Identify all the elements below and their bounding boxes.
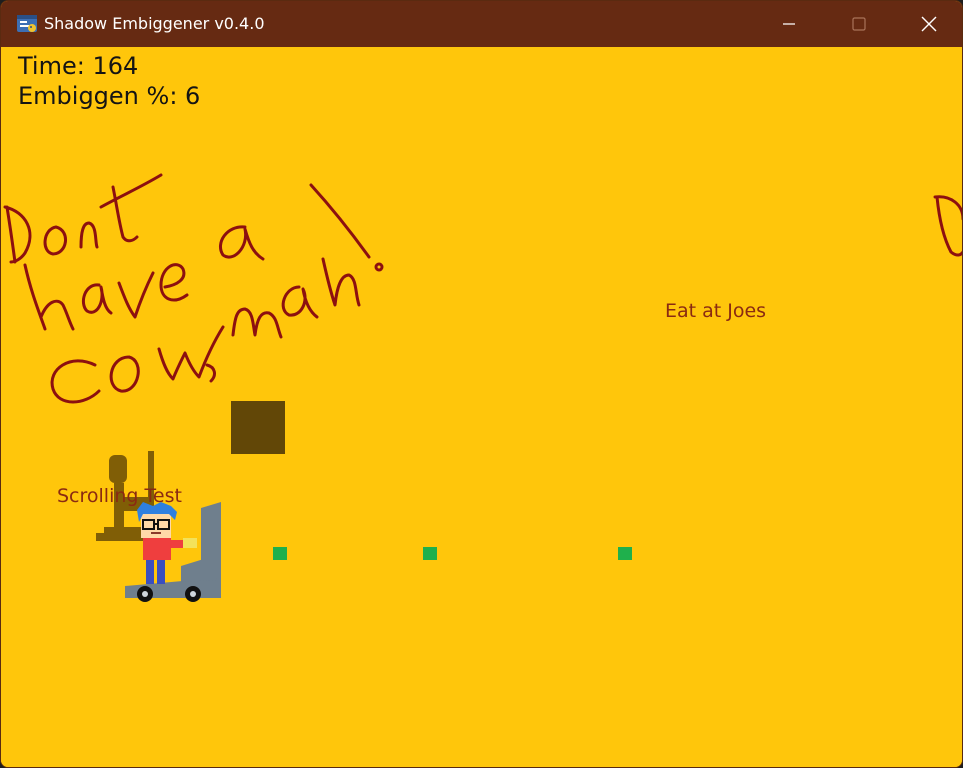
player-forklift-character [125, 502, 221, 602]
sign-eat-at-joes: Eat at Joes [665, 300, 767, 322]
maximize-icon [852, 17, 866, 31]
green-pellet [273, 547, 287, 560]
title-bar[interactable]: Shadow Embiggener v0.4.0 [1, 1, 962, 47]
close-button[interactable] [894, 1, 962, 47]
game-canvas[interactable]: Time: 164 Embiggen %: 6 Eat at Joes Scro… [1, 47, 962, 767]
window-title: Shadow Embiggener v0.4.0 [44, 14, 265, 33]
minimize-button[interactable] [754, 1, 824, 47]
graffiti-scribble [3, 173, 962, 404]
close-icon [921, 16, 937, 32]
dark-crate-block [231, 401, 285, 454]
minimize-icon [783, 23, 795, 25]
green-pellet [618, 547, 632, 560]
game-window: Shadow Embiggener v0.4.0 Time: 164 Embig… [0, 0, 963, 768]
python-app-icon [17, 15, 37, 32]
green-pellet [423, 547, 437, 560]
maximize-button[interactable] [824, 1, 894, 47]
